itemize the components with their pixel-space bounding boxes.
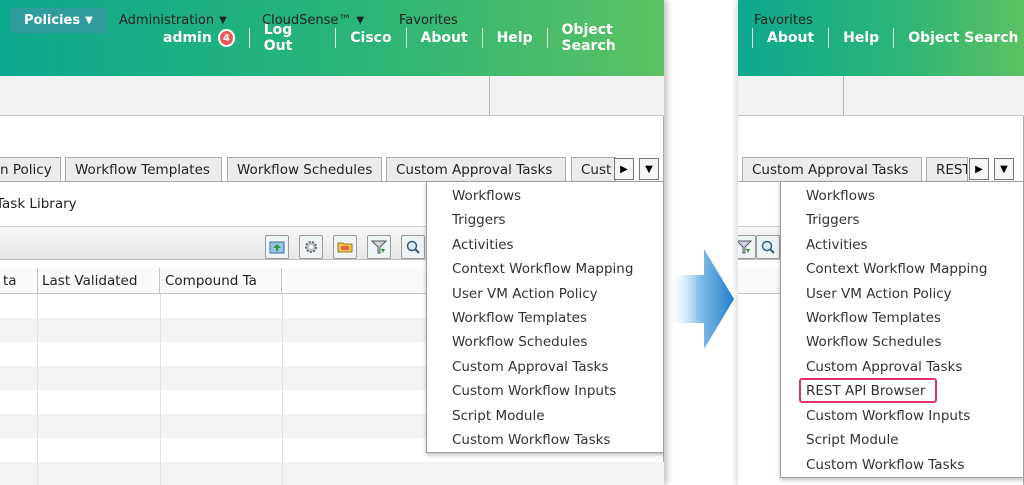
tab-workflow-templates[interactable]: Workflow Templates xyxy=(65,157,222,181)
menu-item-user-vm-action-policy[interactable]: User VM Action Policy xyxy=(452,284,598,304)
nav-favorites[interactable]: Favorites xyxy=(754,8,813,33)
column-divider xyxy=(37,294,38,485)
nav-divider xyxy=(489,76,490,116)
tab-workflow-schedules[interactable]: Workflow Schedules xyxy=(227,157,382,181)
separator xyxy=(893,28,895,48)
menu-item-custom-workflow-tasks[interactable]: Custom Workflow Tasks xyxy=(806,455,964,475)
nav-favorites-label: Favorites xyxy=(754,13,813,28)
triangle-down-icon: ▼ xyxy=(1000,163,1008,175)
export-icon[interactable] xyxy=(265,235,289,259)
nav-policies-label: Policies xyxy=(24,13,81,28)
column-header[interactable]: ta xyxy=(0,268,38,294)
gear-icon[interactable] xyxy=(299,235,323,259)
menu-item-workflow-templates[interactable]: Workflow Templates xyxy=(452,308,587,328)
menu-item-rest-api-browser[interactable]: REST API Browser xyxy=(806,381,925,401)
nav-favorites[interactable]: Favorites xyxy=(399,8,458,33)
object-search-link[interactable]: Object Search xyxy=(562,22,664,54)
search-icon[interactable] xyxy=(756,235,780,259)
transition-arrow-icon xyxy=(668,249,734,349)
separator xyxy=(828,28,830,48)
triangle-down-icon: ▼ xyxy=(645,163,653,175)
menu-item-triggers[interactable]: Triggers xyxy=(452,210,506,230)
before-screenshot-panel: admin 4 Log Out Cisco About Help Object … xyxy=(0,0,664,485)
menu-item-activities[interactable]: Activities xyxy=(452,235,514,255)
menu-item-custom-approval-tasks[interactable]: Custom Approval Tasks xyxy=(806,357,962,377)
filter-icon[interactable] xyxy=(367,235,391,259)
object-search-link[interactable]: Object Search xyxy=(908,30,1018,46)
help-link[interactable]: Help xyxy=(497,30,533,46)
tab-custom-approval-tasks[interactable]: Custom Approval Tasks xyxy=(742,157,922,181)
nav-cloudsense[interactable]: CloudSense™ ▼ xyxy=(262,8,364,33)
main-nav xyxy=(738,76,1024,116)
breadcrumb: Task Library xyxy=(0,196,77,212)
nav-administration-label: Administration xyxy=(119,13,215,28)
menu-item-context-workflow-mapping[interactable]: Context Workflow Mapping xyxy=(452,259,633,279)
tab-custom-approval-tasks[interactable]: Custom Approval Tasks xyxy=(386,157,566,181)
tab-overflow-menu: Workflows Triggers Activities Context Wo… xyxy=(780,181,1024,478)
after-screenshot-panel: About Help Object Search Favorites Custo… xyxy=(738,0,1024,485)
nav-divider xyxy=(843,76,844,116)
menu-item-user-vm-action-policy[interactable]: User VM Action Policy xyxy=(806,284,952,304)
tab-scroll-right-button[interactable]: ▶ xyxy=(969,158,989,180)
table-row[interactable] xyxy=(0,462,664,485)
menu-item-script-module[interactable]: Script Module xyxy=(452,406,545,426)
triangle-down-icon: ▼ xyxy=(219,15,227,26)
column-header-compound-task[interactable]: Compound Ta xyxy=(160,268,282,294)
nav-cloudsense-label: CloudSense™ xyxy=(262,13,352,28)
menu-item-custom-workflow-tasks[interactable]: Custom Workflow Tasks xyxy=(452,430,610,450)
folder-icon[interactable] xyxy=(333,235,357,259)
triangle-down-icon: ▼ xyxy=(85,15,93,26)
main-nav xyxy=(0,76,664,116)
separator xyxy=(481,28,483,48)
menu-item-workflows[interactable]: Workflows xyxy=(452,186,521,206)
triangle-right-icon: ▶ xyxy=(975,163,983,175)
nav-policies[interactable]: Policies ▼ xyxy=(10,8,107,33)
menu-item-workflow-schedules[interactable]: Workflow Schedules xyxy=(806,332,941,352)
filter-icon[interactable] xyxy=(738,235,756,259)
triangle-down-icon: ▼ xyxy=(356,15,365,26)
menu-item-workflows[interactable]: Workflows xyxy=(806,186,875,206)
separator xyxy=(248,28,250,48)
tab-list-dropdown-button[interactable]: ▼ xyxy=(994,158,1014,180)
nav-favorites-label: Favorites xyxy=(399,13,458,28)
search-icon[interactable] xyxy=(401,235,425,259)
menu-item-custom-workflow-inputs[interactable]: Custom Workflow Inputs xyxy=(452,381,616,401)
nav-administration[interactable]: Administration ▼ xyxy=(119,8,227,33)
tab-custom-truncated[interactable]: Cust xyxy=(571,157,616,181)
column-divider xyxy=(282,294,283,485)
triangle-right-icon: ▶ xyxy=(620,163,628,175)
separator xyxy=(752,28,753,48)
tab-scroll-right-button[interactable]: ▶ xyxy=(614,158,634,180)
tab-list-dropdown-button[interactable]: ▼ xyxy=(639,158,659,180)
column-divider xyxy=(160,294,161,485)
column-header-last-validated[interactable]: Last Validated xyxy=(37,268,160,294)
menu-item-custom-approval-tasks[interactable]: Custom Approval Tasks xyxy=(452,357,608,377)
separator xyxy=(546,28,548,48)
menu-item-custom-workflow-inputs[interactable]: Custom Workflow Inputs xyxy=(806,406,970,426)
tab-policy[interactable]: n Policy xyxy=(0,157,61,181)
menu-item-script-module[interactable]: Script Module xyxy=(806,430,899,450)
menu-item-triggers[interactable]: Triggers xyxy=(806,210,860,230)
menu-item-workflow-templates[interactable]: Workflow Templates xyxy=(806,308,941,328)
menu-item-workflow-schedules[interactable]: Workflow Schedules xyxy=(452,332,587,352)
tab-overflow-menu: Workflows Triggers Activities Context Wo… xyxy=(426,181,664,453)
menu-item-activities[interactable]: Activities xyxy=(806,235,868,255)
menu-item-context-workflow-mapping[interactable]: Context Workflow Mapping xyxy=(806,259,987,279)
help-link[interactable]: Help xyxy=(843,30,879,46)
tab-rest-truncated[interactable]: REST xyxy=(926,157,968,181)
